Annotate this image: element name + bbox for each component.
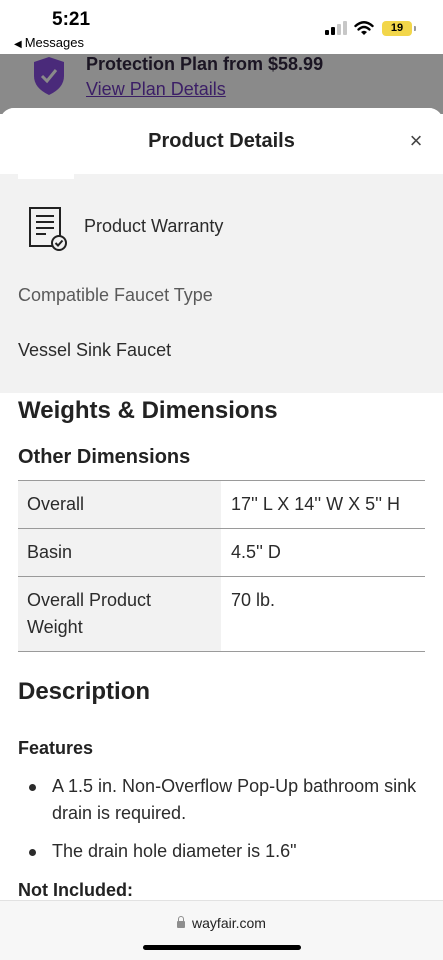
battery-icon: 19 — [382, 21, 416, 36]
shield-check-icon — [34, 57, 64, 95]
not-included-heading: Not Included: — [18, 880, 133, 900]
protection-plan-title: Protection Plan from $58.99 — [86, 54, 324, 74]
status-bar: 5:21 ◀ Messages 19 — [0, 0, 443, 54]
spec-value: Vessel Sink Faucet — [18, 340, 172, 360]
dimensions-table: Overall 17'' L X 14'' W X 5'' H Basin 4.… — [18, 480, 425, 652]
close-button[interactable]: × — [404, 130, 428, 154]
back-arrow-icon: ◀ — [14, 39, 22, 50]
dimension-name: Basin — [18, 528, 221, 577]
dimension-name: Overall Product Weight — [18, 576, 221, 652]
browser-bar: wayfair.com — [0, 900, 443, 960]
back-to-messages-link[interactable]: ◀ Messages — [14, 35, 84, 50]
table-row: Overall Product Weight 70 lb. — [18, 576, 425, 652]
table-row: Overall 17'' L X 14'' W X 5'' H — [18, 480, 425, 529]
wifi-icon — [354, 21, 374, 35]
view-plan-details-link[interactable]: View Plan Details — [86, 79, 226, 100]
dimension-name: Overall — [18, 480, 221, 529]
cellular-signal-icon — [325, 21, 347, 35]
features-list: A 1.5 in. Non-Overflow Pop-Up bathroom s… — [18, 773, 418, 876]
product-details-sheet: Product Details × Product Warranty Compa… — [0, 108, 443, 900]
product-warranty-label: Product Warranty — [84, 216, 224, 236]
list-item: The drain hole diameter is 1.6" — [18, 838, 418, 865]
dimension-value: 70 lb. — [221, 576, 425, 652]
battery-level: 19 — [390, 22, 404, 34]
weights-dimensions-heading: Weights & Dimensions — [18, 397, 278, 424]
url-text: wayfair.com — [192, 915, 266, 931]
document-check-icon — [29, 207, 67, 251]
list-item: A 1.5 in. Non-Overflow Pop-Up bathroom s… — [18, 773, 418, 827]
features-heading: Features — [18, 738, 94, 758]
sheet-title: Product Details — [148, 130, 295, 152]
back-app-label: Messages — [24, 35, 84, 50]
sheet-header: Product Details × — [0, 108, 443, 174]
description-heading: Description — [18, 678, 151, 705]
specifications-block: Product Warranty Compatible Faucet Type … — [0, 174, 443, 393]
spec-label: Compatible Faucet Type — [18, 285, 213, 305]
status-time: 5:21 — [52, 9, 91, 30]
address-bar[interactable]: wayfair.com — [0, 915, 443, 931]
dimension-value: 17'' L X 14'' W X 5'' H — [221, 480, 425, 529]
dimension-value: 4.5'' D — [221, 528, 425, 577]
lock-icon — [177, 916, 186, 928]
tab-indicator — [18, 174, 74, 179]
background-page: Protection Plan from $58.99 View Plan De… — [0, 54, 443, 114]
other-dimensions-heading: Other Dimensions — [18, 446, 191, 468]
home-indicator[interactable] — [143, 945, 301, 950]
table-row: Basin 4.5'' D — [18, 528, 425, 577]
